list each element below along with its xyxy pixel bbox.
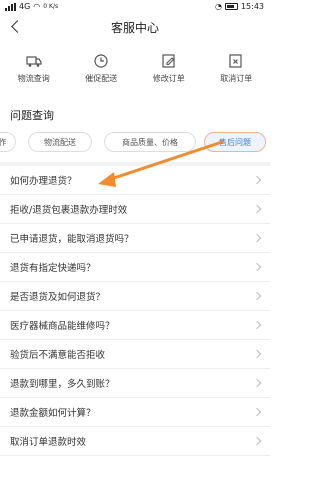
chevron-right-icon: [252, 262, 262, 272]
question-row[interactable]: 验货后不满意能否拒收: [0, 340, 270, 369]
question-row[interactable]: 如何办理退货？: [0, 166, 270, 195]
tab-after-sales[interactable]: 售后问题: [204, 132, 266, 152]
question-text: 验货后不满意能否拒收: [10, 350, 106, 361]
tab-label: 作: [0, 137, 7, 148]
tab-partial[interactable]: 作: [0, 132, 16, 152]
question-row[interactable]: 医疗器械商品能维修吗？: [0, 311, 270, 340]
quick-action-modify-order[interactable]: 修改订单: [139, 48, 199, 94]
carrier-label: 4G: [19, 2, 31, 11]
tab-label: 商品质量、价格: [122, 137, 178, 147]
quick-action-label: 取消订单: [220, 74, 253, 83]
edit-icon: [160, 52, 178, 70]
chevron-right-icon: [252, 233, 262, 243]
category-tabs: 作 物流配送 商品质量、价格 售后问题: [0, 128, 270, 158]
status-time: 15:43: [240, 2, 264, 11]
quick-action-label: 物流查询: [17, 74, 50, 83]
network-speed: 0 K/s: [43, 3, 59, 10]
question-text: 是否退货及如何退货？: [10, 292, 106, 303]
alarm-icon: ◔: [214, 2, 222, 11]
quick-action-label: 催促配送: [85, 74, 118, 83]
question-text: 取消订单退款时效: [10, 437, 87, 448]
clock-icon: [92, 52, 110, 70]
battery-icon: [224, 3, 238, 10]
question-text: 医疗器械商品能维修吗？: [10, 321, 115, 332]
quick-action-label: 修改订单: [152, 74, 185, 83]
question-text: 如何办理退货？: [10, 176, 77, 187]
chevron-right-icon: [252, 407, 262, 417]
wifi-icon: ◠: [33, 2, 41, 11]
question-row[interactable]: 退款到哪里，多久到账？: [0, 369, 270, 398]
chevron-right-icon: [252, 378, 262, 388]
section-title: 问题查询: [10, 109, 54, 122]
cancel-icon: [227, 52, 245, 70]
question-text: 已申请退货，能取消退货吗？: [10, 234, 134, 245]
question-row[interactable]: 取消订单退款时效: [0, 427, 270, 456]
truck-icon: [25, 52, 43, 70]
signal-icon: [5, 2, 16, 11]
question-text: 拒收/退货包裹退款办理时效: [10, 205, 128, 216]
question-text: 退款到哪里，多久到账？: [10, 379, 115, 390]
quick-actions: 物流查询 催促配送 修改订单 取消订单: [0, 48, 270, 94]
tab-logistics[interactable]: 物流配送: [28, 132, 92, 152]
quick-action-urge[interactable]: 催促配送: [71, 48, 131, 94]
title-bar: 客服中心: [0, 15, 270, 39]
question-row[interactable]: 退货有指定快递吗？: [0, 253, 270, 282]
question-row[interactable]: 拒收/退货包裹退款办理时效: [0, 195, 270, 224]
question-row[interactable]: 已申请退货，能取消退货吗？: [0, 224, 270, 253]
question-list: 如何办理退货？ 拒收/退货包裹退款办理时效 已申请退货，能取消退货吗？ 退货有指…: [0, 166, 270, 456]
page-title: 客服中心: [110, 21, 159, 35]
quick-action-cancel-order[interactable]: 取消订单: [206, 48, 266, 94]
chevron-right-icon: [252, 175, 262, 185]
question-text: 退货有指定快递吗？: [10, 263, 96, 274]
tab-label: 售后问题: [219, 137, 251, 147]
quick-action-logistics[interactable]: 物流查询: [4, 48, 64, 94]
status-bar: 4G ◠ 0 K/s ◔ 15:43: [0, 0, 270, 15]
tab-label: 物流配送: [44, 137, 76, 147]
question-row[interactable]: 退款金额如何计算？: [0, 398, 270, 427]
chevron-right-icon: [252, 436, 262, 446]
chevron-right-icon: [252, 320, 262, 330]
tab-quality-price[interactable]: 商品质量、价格: [104, 132, 196, 152]
question-row[interactable]: 是否退货及如何退货？: [0, 282, 270, 311]
chevron-right-icon: [252, 349, 262, 359]
chevron-right-icon: [252, 291, 262, 301]
chevron-right-icon: [252, 204, 262, 214]
question-text: 退款金额如何计算？: [10, 408, 96, 419]
